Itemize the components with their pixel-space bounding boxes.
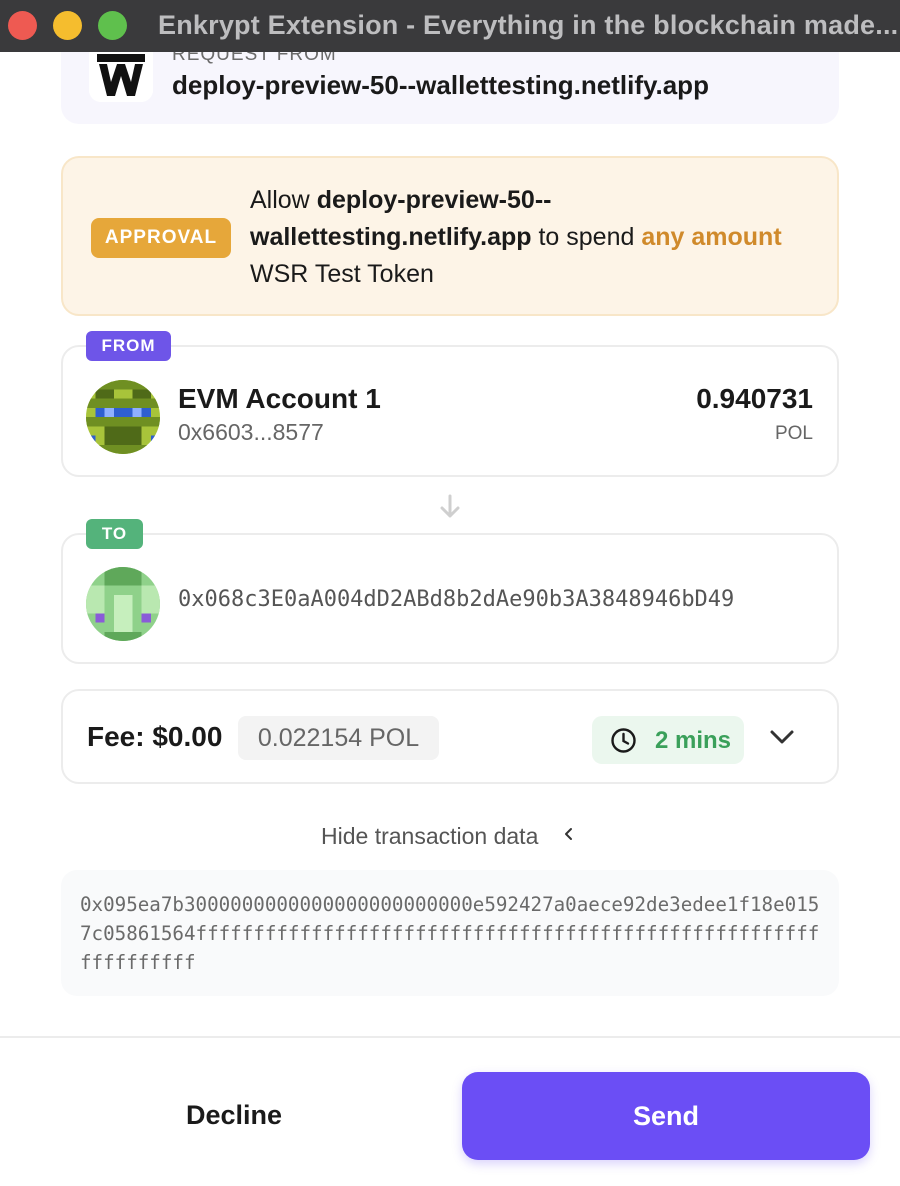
w-logo-icon [89,52,153,102]
send-button[interactable]: Send [462,1072,870,1160]
fee-label: Fee: $0.00 [87,721,223,752]
from-balance: 0.940731 [696,383,813,414]
to-account-card: 0x068c3E0aA004dD2ABd8b2dAe90b3A3848946bD… [61,533,839,664]
request-site: deploy-preview-50--wallettesting.netlify… [172,70,709,100]
approval-prefix: Allow [250,186,317,214]
approval-card: APPROVAL Allow deploy-preview-50--wallet… [61,156,839,316]
chevron-down-icon[interactable] [769,728,795,746]
clock-icon [611,728,636,753]
from-account-name: EVM Account 1 [178,383,381,414]
approval-description: Allow deploy-preview-50--wallettesting.n… [250,182,810,293]
from-avatar [86,380,160,454]
to-address: 0x068c3E0aA004dD2ABd8b2dAe90b3A3848946bD… [178,587,735,612]
sign-transaction-view: REQUEST FROM deploy-preview-50--wallette… [0,52,900,1186]
from-balance-unit: POL [774,423,813,444]
approval-badge: APPROVAL [91,218,231,258]
to-tag: TO [86,519,143,549]
window-titlebar: Enkrypt Extension - Everything in the bl… [0,0,900,52]
fee-time-text: 2 mins [655,727,732,754]
decline-button[interactable]: Decline [30,1072,438,1158]
chevron-left-icon [565,828,572,840]
request-from-label: REQUEST FROM [172,52,337,65]
window-maximize-button[interactable] [98,11,127,40]
fee-crypto-amount: 0.022154 POL [238,716,439,760]
fee-card[interactable]: Fee: $0.00 0.022154 POL 2 mins [61,689,839,784]
request-from-card: REQUEST FROM deploy-preview-50--wallette… [61,52,839,124]
arrow-down-icon [440,494,460,518]
window-close-button[interactable] [8,11,37,40]
approval-amount: any amount [641,223,782,251]
hide-transaction-data-label: Hide transaction data [321,823,539,849]
window-minimize-button[interactable] [53,11,82,40]
transaction-data: 0x095ea7b3000000000000000000000000e59242… [61,870,839,996]
approval-middle: to spend [531,223,642,251]
hide-transaction-data-toggle[interactable]: Hide transaction data [0,821,900,853]
window-title: Enkrypt Extension - Everything in the bl… [158,10,899,40]
from-account-card: EVM Account 1 0x6603...8577 0.940731 POL [61,345,839,477]
from-account-address: 0x6603...8577 [178,419,324,445]
approval-token: WSR Test Token [250,260,434,288]
from-tag: FROM [86,331,171,361]
footer-divider [0,1036,900,1038]
fee-time-badge[interactable]: 2 mins [592,716,744,764]
to-avatar [86,567,160,641]
